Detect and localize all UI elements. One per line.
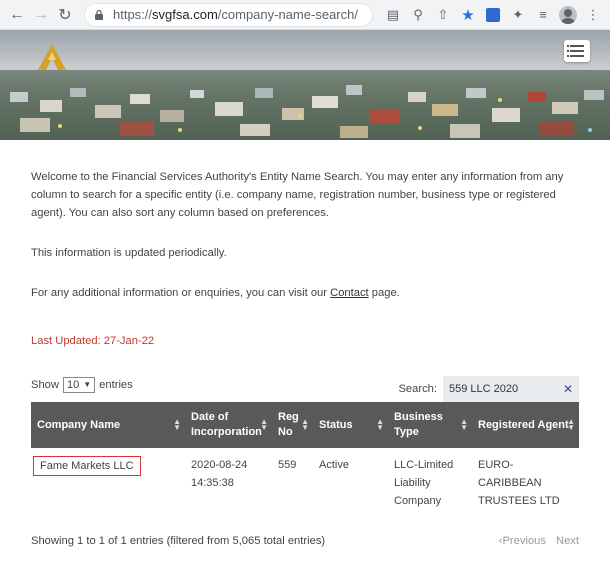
reading-list-icon[interactable]: ≡: [532, 4, 554, 26]
sort-icon: ▲ ▼: [260, 417, 268, 432]
profile-avatar[interactable]: [557, 4, 579, 26]
fsa-logo[interactable]: [36, 42, 68, 72]
more-menu-icon[interactable]: ⋮: [582, 4, 604, 26]
browser-toolbar: ← → ↻ https://svgfsa.com/company-name-se…: [0, 0, 610, 30]
table-header-row: Company Name ▲ ▼ Date of Incorporation ▲ ▼ R…: [31, 402, 579, 448]
business-type-cell: LLC-Limited Liability Company: [394, 459, 454, 507]
share-icon[interactable]: ⇧: [432, 4, 454, 26]
contact-paragraph: For any additional information or enquir…: [31, 287, 400, 299]
address-bar[interactable]: https://svgfsa.com/company-name-search/: [84, 2, 373, 27]
reg-no-cell: 559: [278, 459, 297, 471]
back-icon[interactable]: ←: [6, 4, 28, 26]
entries-control: Show 10 ▼ entries: [31, 376, 133, 402]
col-registered-agent[interactable]: Registered Agent ▲ ▼: [472, 402, 579, 448]
sort-icon: ▲ ▼: [567, 417, 575, 432]
sort-icon: ▲ ▼: [376, 417, 384, 432]
clear-search-icon[interactable]: ✕: [563, 380, 573, 398]
lock-icon: [95, 9, 103, 20]
col-company-name[interactable]: Company Name ▲ ▼: [31, 402, 185, 448]
chevron-down-icon: ▼: [83, 380, 92, 389]
update-note: This information is updated periodically…: [31, 247, 227, 259]
translate-icon[interactable]: ▤: [382, 4, 404, 26]
sort-icon: ▲ ▼: [301, 417, 309, 432]
company-name-cell: Fame Markets LLC: [33, 456, 141, 476]
main-content: Welcome to the Financial Services Author…: [0, 168, 610, 550]
bookmark-star-icon[interactable]: ★: [457, 4, 479, 26]
hamburger-menu-button[interactable]: [564, 40, 590, 62]
entries-select[interactable]: 10 ▼: [63, 377, 96, 393]
zoom-icon[interactable]: ⚲: [407, 4, 429, 26]
reload-icon[interactable]: ↻: [54, 4, 76, 26]
col-date-incorporation[interactable]: Date of Incorporation ▲ ▼: [185, 402, 272, 448]
sort-icon: ▲ ▼: [173, 417, 181, 432]
col-reg-no[interactable]: Reg No ▲ ▼: [272, 402, 313, 448]
search-control: Search: 559 LLC 2020 ✕: [398, 376, 579, 402]
col-status[interactable]: Status ▲ ▼: [313, 402, 388, 448]
table-footer: Showing 1 to 1 of 1 entries (filtered fr…: [31, 532, 579, 550]
next-button[interactable]: Next: [556, 532, 579, 550]
entries-info: Showing 1 to 1 of 1 entries (filtered fr…: [31, 535, 326, 547]
pagination: ‹Previous Next: [499, 532, 579, 550]
town-image: [0, 30, 610, 140]
hero-banner: [0, 30, 610, 140]
status-cell: Active: [319, 459, 349, 471]
url-text: https://svgfsa.com/company-name-search/: [113, 7, 358, 22]
search-input[interactable]: 559 LLC 2020 ✕: [443, 376, 579, 402]
forward-icon[interactable]: →: [30, 4, 52, 26]
col-business-type[interactable]: Business Type ▲ ▼: [388, 402, 472, 448]
puzzle-icon[interactable]: ✦: [507, 4, 529, 26]
intro-paragraph: Welcome to the Financial Services Author…: [31, 171, 564, 219]
extension-icon[interactable]: [482, 4, 504, 26]
previous-button[interactable]: ‹Previous: [499, 532, 546, 550]
entity-table: Company Name ▲ ▼ Date of Incorporation ▲ ▼ R…: [31, 402, 579, 518]
date-cell: 2020-08-24 14:35:38: [191, 459, 248, 489]
contact-link[interactable]: Contact: [330, 287, 369, 299]
table-controls: Show 10 ▼ entries Search: 559 LLC 2020 ✕: [31, 372, 579, 402]
registered-agent-cell: EURO-CARIBBEAN TRUSTEES LTD: [478, 459, 560, 507]
table-row: Fame Markets LLC 2020-08-24 14:35:38 559…: [31, 448, 579, 518]
last-updated: Last Updated: 27-Jan-22: [31, 335, 155, 347]
sort-icon: ▲ ▼: [460, 417, 468, 432]
